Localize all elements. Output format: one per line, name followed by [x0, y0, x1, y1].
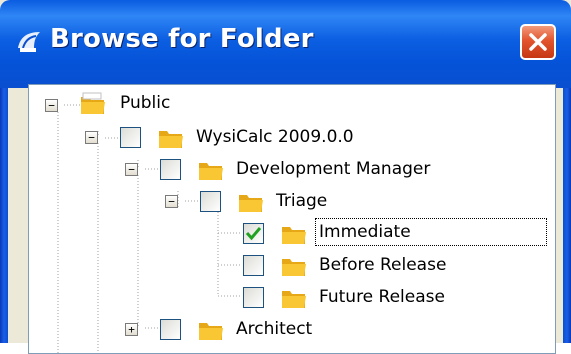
- tree-shell-icon: [18, 32, 40, 52]
- tree-node-label: Architect: [236, 319, 313, 339]
- tree-node-development-manager[interactable]: − Development Manager: [29, 154, 555, 184]
- folder-icon: [159, 131, 183, 148]
- tree-node-label: WysiCalc 2009.0.0: [196, 127, 354, 147]
- checkmark-icon: [245, 227, 262, 241]
- folder-checkbox[interactable]: [160, 319, 181, 340]
- browse-for-folder-dialog: Browse for Folder − Public − WysiCalc 20…: [0, 0, 571, 354]
- tree-node-future-release[interactable]: Future Release: [29, 282, 555, 312]
- window-title: Browse for Folder: [50, 24, 314, 54]
- tree-node-label: Triage: [276, 191, 328, 211]
- tree-node-label: Future Release: [319, 287, 445, 307]
- collapse-toggle[interactable]: −: [45, 99, 58, 112]
- folder-icon: [199, 323, 223, 340]
- title-bar[interactable]: Browse for Folder: [0, 0, 571, 88]
- tree-node-before-release[interactable]: Before Release: [29, 250, 555, 280]
- folder-icon: [282, 227, 306, 244]
- folder-icon: [199, 163, 223, 180]
- window-frame-left: [0, 88, 8, 343]
- tree-node-wysicalc[interactable]: − WysiCalc 2009.0.0: [29, 122, 555, 152]
- collapse-toggle[interactable]: −: [85, 131, 98, 144]
- tree-node-architect[interactable]: + Architect: [29, 314, 555, 344]
- tree-node-label: Public: [120, 93, 171, 113]
- folder-icon: [282, 291, 306, 308]
- folder-icon: [239, 195, 263, 212]
- tree-node-label: Development Manager: [236, 159, 431, 179]
- tree-node-triage[interactable]: − Triage: [29, 186, 555, 216]
- window-frame-right: [563, 88, 571, 343]
- tree-node-label: Before Release: [319, 255, 447, 275]
- folder-checkbox[interactable]: [200, 191, 221, 212]
- close-icon: [529, 33, 547, 51]
- folder-checkbox[interactable]: [243, 255, 264, 276]
- tree-node-label-focused: Immediate: [315, 218, 547, 246]
- collapse-toggle[interactable]: −: [165, 195, 178, 208]
- tree-node-immediate[interactable]: Immediate: [29, 218, 555, 248]
- tree-node-public[interactable]: − Public: [29, 90, 555, 120]
- folder-checkbox[interactable]: [120, 127, 141, 148]
- folder-checkbox-checked[interactable]: [243, 223, 264, 244]
- folder-icon: [81, 92, 105, 114]
- folder-icon: [282, 259, 306, 276]
- folder-checkbox[interactable]: [243, 287, 264, 308]
- expand-toggle[interactable]: +: [125, 323, 138, 336]
- folder-checkbox[interactable]: [160, 159, 181, 180]
- close-button[interactable]: [520, 24, 556, 60]
- folder-tree[interactable]: − Public − WysiCalc 2009.0.0 − Developme…: [28, 84, 556, 354]
- collapse-toggle[interactable]: −: [125, 163, 138, 176]
